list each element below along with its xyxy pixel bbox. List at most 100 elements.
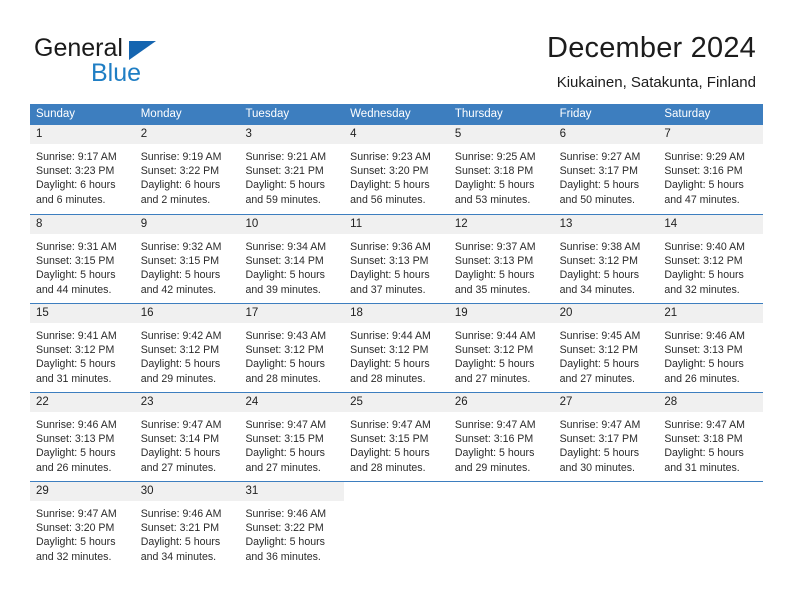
calendar-day-cell[interactable]: 8 Sunrise: 9:31 AM Sunset: 3:15 PM Daylight… bbox=[30, 215, 135, 303]
day-detail-line: Sunset: 3:15 PM bbox=[36, 255, 115, 268]
day-number: 1 bbox=[36, 128, 43, 140]
day-number-bar: 25 bbox=[344, 393, 449, 413]
day-detail-line: Sunrise: 9:46 AM bbox=[664, 330, 745, 342]
day-detail-line: Sunrise: 9:29 AM bbox=[664, 151, 745, 163]
day-detail-lines: Sunrise: 9:44 AM Sunset: 3:12 PM Daylight:… bbox=[449, 324, 554, 386]
day-number-bar: 26 bbox=[448, 393, 554, 413]
day-detail-line: Daylight: 5 hours bbox=[36, 269, 116, 282]
day-number: 10 bbox=[245, 218, 259, 230]
calendar-day-cell[interactable]: 10 Sunrise: 9:34 AM Sunset: 3:14 PM Dayligh… bbox=[239, 215, 345, 303]
day-detail-line: Sunset: 3:17 PM bbox=[559, 433, 638, 446]
calendar-day-cell[interactable]: 12 Sunrise: 9:37 AM Sunset: 3:13 PM Dayligh… bbox=[448, 215, 554, 303]
day-detail-line: Daylight: 5 hours bbox=[454, 179, 535, 192]
day-detail-line: and 27 minutes. bbox=[140, 461, 217, 474]
calendar-day-cell[interactable]: 4 Sunrise: 9:23 AM Sunset: 3:20 PM Daylight… bbox=[344, 125, 449, 214]
day-detail-line: Sunrise: 9:37 AM bbox=[454, 241, 536, 253]
day-detail-lines: Sunrise: 9:17 AM Sunset: 3:23 PM Daylight:… bbox=[30, 145, 135, 207]
day-detail-line: Daylight: 5 hours bbox=[245, 447, 325, 460]
day-detail-line: Daylight: 5 hours bbox=[559, 358, 640, 371]
day-detail-line: Sunset: 3:18 PM bbox=[664, 433, 743, 446]
day-number: 20 bbox=[559, 307, 573, 319]
calendar-day-cell[interactable]: 29 Sunrise: 9:47 AM Sunset: 3:20 PM Dayligh… bbox=[30, 482, 135, 570]
day-number-bar: 13 bbox=[553, 215, 659, 235]
calendar-day-cell[interactable]: 5 Sunrise: 9:25 AM Sunset: 3:18 PM Daylight… bbox=[448, 125, 554, 214]
day-detail-line: and 31 minutes. bbox=[664, 461, 740, 474]
calendar-day-cell[interactable]: 28 Sunrise: 9:47 AM Sunset: 3:18 PM Dayligh… bbox=[658, 393, 764, 481]
day-detail-line: Daylight: 5 hours bbox=[664, 358, 744, 371]
day-detail-lines: Sunrise: 9:42 AM Sunset: 3:12 PM Daylight:… bbox=[135, 324, 240, 386]
day-detail-lines: Sunrise: 9:38 AM Sunset: 3:12 PM Daylight:… bbox=[554, 235, 659, 297]
day-detail-lines: Sunrise: 9:25 AM Sunset: 3:18 PM Daylight:… bbox=[449, 145, 554, 207]
calendar-day-cell[interactable]: 24 Sunrise: 9:47 AM Sunset: 3:15 PM Dayligh… bbox=[239, 393, 345, 481]
calendar-day-cell[interactable]: 18 Sunrise: 9:44 AM Sunset: 3:12 PM Dayligh… bbox=[344, 304, 449, 392]
day-number-bar: 10 bbox=[239, 215, 345, 235]
day-number: 2 bbox=[140, 128, 148, 140]
calendar-day-cell[interactable]: 2 Sunrise: 9:19 AM Sunset: 3:22 PM Daylight… bbox=[134, 125, 240, 214]
day-detail-lines: Sunrise: 9:47 AM Sunset: 3:15 PM Daylight:… bbox=[239, 413, 344, 475]
day-number-bar: 6 bbox=[553, 125, 659, 145]
day-detail-lines: Sunrise: 9:47 AM Sunset: 3:14 PM Daylight:… bbox=[135, 413, 240, 475]
calendar-day-cell[interactable]: 25 Sunrise: 9:47 AM Sunset: 3:15 PM Dayligh… bbox=[344, 393, 449, 481]
calendar-day-cell[interactable]: 19 Sunrise: 9:44 AM Sunset: 3:12 PM Dayligh… bbox=[448, 304, 554, 392]
calendar-day-cell[interactable]: 11 Sunrise: 9:36 AM Sunset: 3:13 PM Dayligh… bbox=[344, 215, 449, 303]
calendar-day-cell[interactable]: 7 Sunrise: 9:29 AM Sunset: 3:16 PM Daylight… bbox=[658, 125, 764, 214]
day-detail-line: Sunrise: 9:47 AM bbox=[36, 508, 117, 520]
calendar-day-cell[interactable]: 3 Sunrise: 9:21 AM Sunset: 3:21 PM Daylight… bbox=[239, 125, 345, 214]
day-number: 13 bbox=[559, 218, 573, 230]
day-detail-line: Sunrise: 9:17 AM bbox=[36, 151, 117, 163]
day-detail-line: and 59 minutes. bbox=[245, 193, 321, 206]
calendar-day-cell[interactable]: 9 Sunrise: 9:32 AM Sunset: 3:15 PM Daylight… bbox=[134, 215, 240, 303]
day-number-bar: 4 bbox=[344, 125, 449, 145]
day-number: 8 bbox=[36, 218, 43, 230]
day-number-bar: 23 bbox=[134, 393, 240, 413]
calendar-day-cell[interactable]: 27 Sunrise: 9:47 AM Sunset: 3:17 PM Dayligh… bbox=[553, 393, 659, 481]
day-number-bar: 2 bbox=[134, 125, 240, 145]
day-detail-line: Daylight: 5 hours bbox=[36, 358, 116, 371]
day-number: 18 bbox=[350, 307, 363, 319]
calendar-day-cell[interactable]: 30 Sunrise: 9:46 AM Sunset: 3:21 PM Dayligh… bbox=[134, 482, 240, 570]
calendar-day-cell[interactable]: 17 Sunrise: 9:43 AM Sunset: 3:12 PM Dayligh… bbox=[239, 304, 345, 392]
day-detail-line: Sunset: 3:12 PM bbox=[245, 344, 324, 357]
day-detail-line: Sunrise: 9:47 AM bbox=[350, 419, 431, 431]
calendar-day-cell[interactable]: 31 Sunrise: 9:46 AM Sunset: 3:22 PM Dayligh… bbox=[239, 482, 345, 570]
day-number-bar: 8 bbox=[30, 215, 135, 235]
calendar-day-cell[interactable]: 20 Sunrise: 9:45 AM Sunset: 3:12 PM Dayligh… bbox=[553, 304, 659, 392]
calendar-day-cell[interactable]: 23 Sunrise: 9:47 AM Sunset: 3:14 PM Dayligh… bbox=[134, 393, 240, 481]
calendar-day-cell[interactable]: 14 Sunrise: 9:40 AM Sunset: 3:12 PM Dayligh… bbox=[658, 215, 764, 303]
day-detail-line: Daylight: 5 hours bbox=[664, 179, 744, 192]
calendar-empty-cell bbox=[658, 482, 764, 570]
calendar-day-cell[interactable]: 1 Sunrise: 9:17 AM Sunset: 3:23 PM Daylight… bbox=[30, 125, 135, 214]
day-detail-line: Sunrise: 9:23 AM bbox=[350, 151, 431, 163]
calendar-day-cell[interactable]: 21 Sunrise: 9:46 AM Sunset: 3:13 PM Dayligh… bbox=[658, 304, 764, 392]
day-number: 31 bbox=[245, 485, 259, 497]
day-detail-line: Daylight: 5 hours bbox=[350, 447, 430, 460]
weekday-header-wednesday: Wednesday bbox=[350, 108, 411, 120]
day-number-bar: 27 bbox=[553, 393, 659, 413]
logo-text-general: General bbox=[34, 34, 123, 62]
day-number: 21 bbox=[664, 307, 678, 319]
calendar-day-cell[interactable]: 22 Sunrise: 9:46 AM Sunset: 3:13 PM Dayligh… bbox=[30, 393, 135, 481]
day-number-bar: 3 bbox=[239, 125, 345, 145]
logo-triangle-icon bbox=[129, 41, 156, 60]
calendar-week-row: 8 Sunrise: 9:31 AM Sunset: 3:15 PM Daylight… bbox=[30, 214, 764, 303]
day-detail-line: Sunset: 3:15 PM bbox=[350, 433, 429, 446]
day-detail-lines: Sunrise: 9:43 AM Sunset: 3:12 PM Daylight:… bbox=[239, 324, 344, 386]
day-number: 11 bbox=[350, 218, 363, 230]
calendar-day-cell[interactable]: 15 Sunrise: 9:41 AM Sunset: 3:12 PM Dayligh… bbox=[30, 304, 135, 392]
day-number-bar bbox=[553, 482, 659, 502]
day-detail-line: and 42 minutes. bbox=[140, 283, 217, 296]
day-number-bar: 19 bbox=[448, 304, 554, 324]
day-detail-line: Sunrise: 9:41 AM bbox=[36, 330, 117, 342]
calendar-day-cell[interactable]: 13 Sunrise: 9:38 AM Sunset: 3:12 PM Dayligh… bbox=[553, 215, 659, 303]
day-detail-line: Sunset: 3:22 PM bbox=[140, 165, 220, 178]
day-detail-line: Sunset: 3:15 PM bbox=[140, 255, 220, 268]
calendar-day-cell[interactable]: 6 Sunrise: 9:27 AM Sunset: 3:17 PM Daylight… bbox=[553, 125, 659, 214]
day-detail-line: Sunrise: 9:46 AM bbox=[245, 508, 327, 520]
general-blue-logo[interactable]: General Blue bbox=[34, 34, 244, 87]
day-number-bar: 1 bbox=[30, 125, 135, 145]
day-number-bar: 21 bbox=[658, 304, 764, 324]
calendar-day-cell[interactable]: 26 Sunrise: 9:47 AM Sunset: 3:16 PM Dayligh… bbox=[448, 393, 554, 481]
calendar-day-cell[interactable]: 16 Sunrise: 9:42 AM Sunset: 3:12 PM Dayligh… bbox=[134, 304, 240, 392]
day-detail-lines: Sunrise: 9:44 AM Sunset: 3:12 PM Daylight:… bbox=[344, 324, 449, 386]
day-detail-line: and 44 minutes. bbox=[36, 283, 112, 296]
